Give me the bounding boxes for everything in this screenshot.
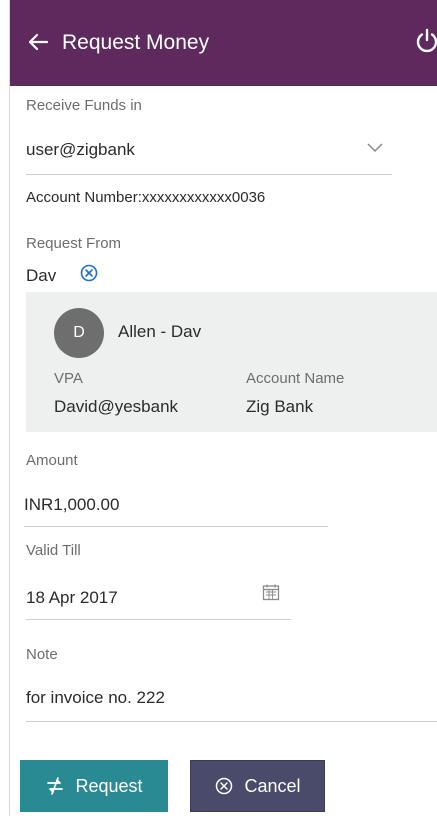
- cancel-button-label: Cancel: [244, 775, 301, 796]
- account-name-label: Account Name: [246, 370, 345, 387]
- cancel-circle-icon: [216, 777, 233, 795]
- chevron-down-icon: [367, 143, 383, 153]
- page-title: Request Money: [62, 31, 210, 54]
- vpa-value: David@yesbank: [54, 397, 179, 416]
- receive-funds-select[interactable]: user@zigbank: [26, 130, 392, 174]
- arrow-left-icon[interactable]: [26, 30, 50, 54]
- app-header: Request Money: [10, 0, 437, 86]
- receive-funds-label: Receive Funds in: [26, 97, 142, 114]
- request-from-label: Request From: [26, 235, 122, 252]
- note-underline: [26, 721, 437, 722]
- valid-till-label: Valid Till: [26, 542, 81, 559]
- avatar: D: [54, 308, 104, 358]
- request-button-label: Request: [75, 775, 143, 796]
- request-button[interactable]: Request: [20, 760, 168, 812]
- amount-input[interactable]: INR1,000.00: [24, 495, 119, 515]
- receive-funds-value: user@zigbank: [26, 140, 135, 159]
- request-from-chip-label: Dav: [26, 266, 57, 285]
- calendar-icon[interactable]: [262, 583, 280, 601]
- power-icon[interactable]: [414, 28, 437, 54]
- account-number: Account Number:xxxxxxxxxxxx0036: [26, 189, 266, 206]
- cancel-button[interactable]: Cancel: [190, 760, 325, 812]
- contact-name: Allen - Dav: [118, 322, 202, 341]
- amount-label: Amount: [26, 452, 78, 469]
- receive-funds-underline: [26, 174, 392, 175]
- request-arrows-icon: [47, 777, 64, 795]
- left-border: [0, 0, 10, 816]
- remove-chip-icon[interactable]: [79, 263, 99, 283]
- valid-till-input[interactable]: 18 Apr 2017: [26, 588, 118, 608]
- note-label: Note: [26, 646, 58, 663]
- contact-card: D Allen - Dav VPA David@yesbank Account …: [26, 292, 437, 432]
- vpa-label: VPA: [54, 370, 83, 387]
- amount-underline: [24, 526, 328, 527]
- note-input[interactable]: for invoice no. 222: [26, 688, 165, 708]
- valid-till-underline: [26, 619, 291, 620]
- account-name-value: Zig Bank: [246, 397, 314, 416]
